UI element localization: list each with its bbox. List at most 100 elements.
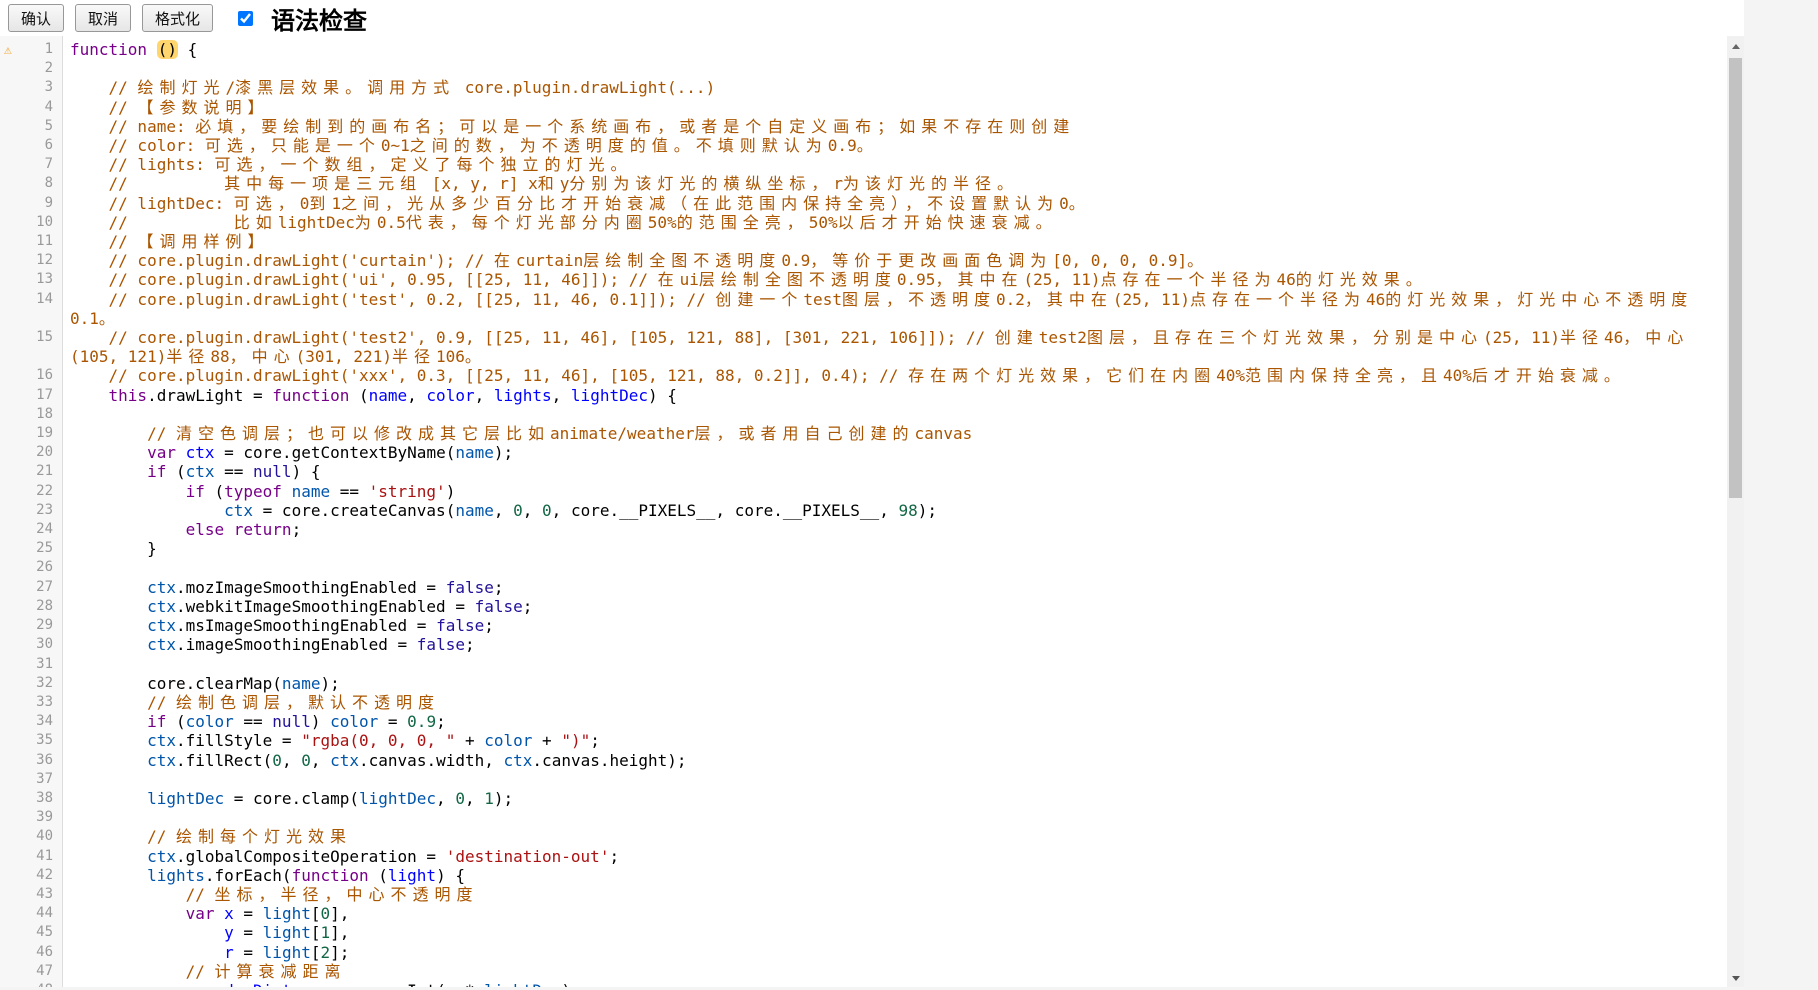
code-line[interactable]: 34 if (color == null) color = 0.9; bbox=[0, 712, 1727, 731]
code-line[interactable]: 32 core.clearMap(name); bbox=[0, 674, 1727, 693]
code-line[interactable]: 33 // 绘制色调层，默认不透明度 bbox=[0, 693, 1727, 712]
code-text: ctx.webkitImageSmoothingEnabled = false; bbox=[63, 597, 1727, 616]
cancel-button[interactable]: 取消 bbox=[75, 4, 131, 32]
code-text: // 坐标，半径，中心不透明度 bbox=[63, 885, 1727, 904]
code-line[interactable]: 23 ctx = core.createCanvas(name, 0, 0, c… bbox=[0, 501, 1727, 520]
code-line[interactable]: 26 bbox=[0, 558, 1727, 577]
line-number: 22 bbox=[0, 482, 63, 501]
code-line[interactable]: 17 this.drawLight = function (name, colo… bbox=[0, 386, 1727, 405]
code-line[interactable]: 6 // color: 可选，只能是一个0~1之间的数，为不透明度的值。不填则默… bbox=[0, 136, 1727, 155]
code-line[interactable]: 28 ctx.webkitImageSmoothingEnabled = fal… bbox=[0, 597, 1727, 616]
code-line[interactable]: 8 // 其中每一项是三元组 [x, y, r] x和y分别为该灯光的横纵坐标，… bbox=[0, 174, 1727, 193]
code-line[interactable]: 15 // core.plugin.drawLight('test2', 0.9… bbox=[0, 328, 1727, 366]
code-text bbox=[63, 770, 1727, 789]
code-line[interactable]: 12 // core.plugin.drawLight('curtain'); … bbox=[0, 251, 1727, 270]
code-line[interactable]: 21 if (ctx == null) { bbox=[0, 462, 1727, 481]
line-number: 16 bbox=[0, 366, 63, 385]
code-text: ctx.fillRect(0, 0, ctx.canvas.width, ctx… bbox=[63, 751, 1727, 770]
format-button[interactable]: 格式化 bbox=[142, 4, 213, 32]
code-text: lightDec = core.clamp(lightDec, 0, 1); bbox=[63, 789, 1727, 808]
code-line[interactable]: 25 } bbox=[0, 539, 1727, 558]
code-line[interactable]: 19 // 清空色调层；也可以修改成其它层比如animate/weather层，… bbox=[0, 424, 1727, 443]
code-line[interactable]: 46 r = light[2]; bbox=[0, 943, 1727, 962]
scroll-down-button[interactable] bbox=[1727, 970, 1744, 987]
code-line[interactable]: 16 // core.plugin.drawLight('xxx', 0.3, … bbox=[0, 366, 1727, 385]
code-line[interactable]: 45 y = light[1], bbox=[0, 923, 1727, 942]
code-text: // 其中每一项是三元组 [x, y, r] x和y分别为该灯光的横纵坐标，r为… bbox=[63, 174, 1727, 193]
code-text: ctx.globalCompositeOperation = 'destinat… bbox=[63, 847, 1727, 866]
line-number: 13 bbox=[0, 270, 63, 289]
code-line[interactable]: 7 // lights: 可选，一个数组，定义了每个独立的灯光。 bbox=[0, 155, 1727, 174]
line-number: 10 bbox=[0, 213, 63, 232]
chevron-down-icon bbox=[1732, 976, 1740, 985]
code-text: // 绘制色调层，默认不透明度 bbox=[63, 693, 1727, 712]
code-line[interactable]: 31 bbox=[0, 655, 1727, 674]
code-line[interactable]: ⚠1function () { bbox=[0, 40, 1727, 59]
line-number: 24 bbox=[0, 520, 63, 539]
code-text: if (ctx == null) { bbox=[63, 462, 1727, 481]
code-text bbox=[63, 655, 1727, 674]
line-number: 25 bbox=[0, 539, 63, 558]
code-line[interactable]: 2 bbox=[0, 59, 1727, 78]
code-line[interactable]: 41 ctx.globalCompositeOperation = 'desti… bbox=[0, 847, 1727, 866]
code-line[interactable]: 44 var x = light[0], bbox=[0, 904, 1727, 923]
code-line[interactable]: 27 ctx.mozImageSmoothingEnabled = false; bbox=[0, 578, 1727, 597]
line-number: 47 bbox=[0, 962, 63, 981]
confirm-button[interactable]: 确认 bbox=[8, 4, 64, 32]
code-text: ctx.imageSmoothingEnabled = false; bbox=[63, 635, 1727, 654]
code-line[interactable]: 35 ctx.fillStyle = "rgba(0, 0, 0, " + co… bbox=[0, 731, 1727, 750]
line-number: 38 bbox=[0, 789, 63, 808]
line-number: 27 bbox=[0, 578, 63, 597]
code-text: core.clearMap(name); bbox=[63, 674, 1727, 693]
code-line[interactable]: 36 ctx.fillRect(0, 0, ctx.canvas.width, … bbox=[0, 751, 1727, 770]
code-line[interactable]: 38 lightDec = core.clamp(lightDec, 0, 1)… bbox=[0, 789, 1727, 808]
code-line[interactable]: 42 lights.forEach(function (light) { bbox=[0, 866, 1727, 885]
code-line[interactable]: 43 // 坐标，半径，中心不透明度 bbox=[0, 885, 1727, 904]
syntax-check-label: 语法检查 bbox=[271, 1, 367, 36]
line-number: 19 bbox=[0, 424, 63, 443]
code-line[interactable]: 20 var ctx = core.getContextByName(name)… bbox=[0, 443, 1727, 462]
code-line[interactable]: 13 // core.plugin.drawLight('ui', 0.95, … bbox=[0, 270, 1727, 289]
code-text: ctx.fillStyle = "rgba(0, 0, 0, " + color… bbox=[63, 731, 1727, 750]
code-lines: ⚠1function () {23 // 绘制灯光/漆黑层效果。调用方式 cor… bbox=[0, 40, 1727, 987]
line-number: 23 bbox=[0, 501, 63, 520]
code-text bbox=[63, 405, 1727, 424]
code-line[interactable]: 11 // 【调用样例】 bbox=[0, 232, 1727, 251]
code-line[interactable]: 48 var decDistance = parseInt(r * lightD… bbox=[0, 981, 1727, 987]
line-number: 40 bbox=[0, 827, 63, 846]
code-editor[interactable]: ⚠1function () {23 // 绘制灯光/漆黑层效果。调用方式 cor… bbox=[0, 36, 1744, 987]
line-number: 21 bbox=[0, 462, 63, 481]
code-text bbox=[63, 59, 1727, 78]
code-line[interactable]: 3 // 绘制灯光/漆黑层效果。调用方式 core.plugin.drawLig… bbox=[0, 78, 1727, 97]
code-line[interactable]: 5 // name: 必填，要绘制到的画布名；可以是一个系统画布，或者是个自定义… bbox=[0, 117, 1727, 136]
code-line[interactable]: 4 // 【参数说明】 bbox=[0, 98, 1727, 117]
code-line[interactable]: 39 bbox=[0, 808, 1727, 827]
code-text: // color: 可选，只能是一个0~1之间的数，为不透明度的值。不填则默认为… bbox=[63, 136, 1727, 155]
code-text: // 计算衰减距离 bbox=[63, 962, 1727, 981]
code-text: ctx.mozImageSmoothingEnabled = false; bbox=[63, 578, 1727, 597]
line-number: 17 bbox=[0, 386, 63, 405]
line-number: 46 bbox=[0, 943, 63, 962]
syntax-check-checkbox[interactable] bbox=[238, 11, 253, 26]
code-line[interactable]: 14 // core.plugin.drawLight('test', 0.2,… bbox=[0, 290, 1727, 328]
code-line[interactable]: 18 bbox=[0, 405, 1727, 424]
vertical-scrollbar[interactable] bbox=[1727, 36, 1744, 987]
code-line[interactable]: 30 ctx.imageSmoothingEnabled = false; bbox=[0, 635, 1727, 654]
line-number: 29 bbox=[0, 616, 63, 635]
code-line[interactable]: 24 else return; bbox=[0, 520, 1727, 539]
code-line[interactable]: 29 ctx.msImageSmoothingEnabled = false; bbox=[0, 616, 1727, 635]
code-line[interactable]: 22 if (typeof name == 'string') bbox=[0, 482, 1727, 501]
code-line[interactable]: 9 // lightDec: 可选，0到1之间，光从多少百分比才开始衰减（在此范… bbox=[0, 194, 1727, 213]
code-text: // name: 必填，要绘制到的画布名；可以是一个系统画布，或者是个自定义画布… bbox=[63, 117, 1727, 136]
code-line[interactable]: 47 // 计算衰减距离 bbox=[0, 962, 1727, 981]
code-text: // 绘制灯光/漆黑层效果。调用方式 core.plugin.drawLight… bbox=[63, 78, 1727, 97]
line-number: 8 bbox=[0, 174, 63, 193]
code-text: // core.plugin.drawLight('test2', 0.9, [… bbox=[63, 328, 1727, 366]
scroll-up-button[interactable] bbox=[1727, 36, 1744, 53]
line-number: 43 bbox=[0, 885, 63, 904]
scrollbar-thumb[interactable] bbox=[1729, 58, 1742, 498]
code-text: // lightDec: 可选，0到1之间，光从多少百分比才开始衰减（在此范围内… bbox=[63, 194, 1727, 213]
code-line[interactable]: 37 bbox=[0, 770, 1727, 789]
code-line[interactable]: 40 // 绘制每个灯光效果 bbox=[0, 827, 1727, 846]
code-line[interactable]: 10 // 比如lightDec为0.5代表，每个灯光部分内圈50%的范围全亮，… bbox=[0, 213, 1727, 232]
